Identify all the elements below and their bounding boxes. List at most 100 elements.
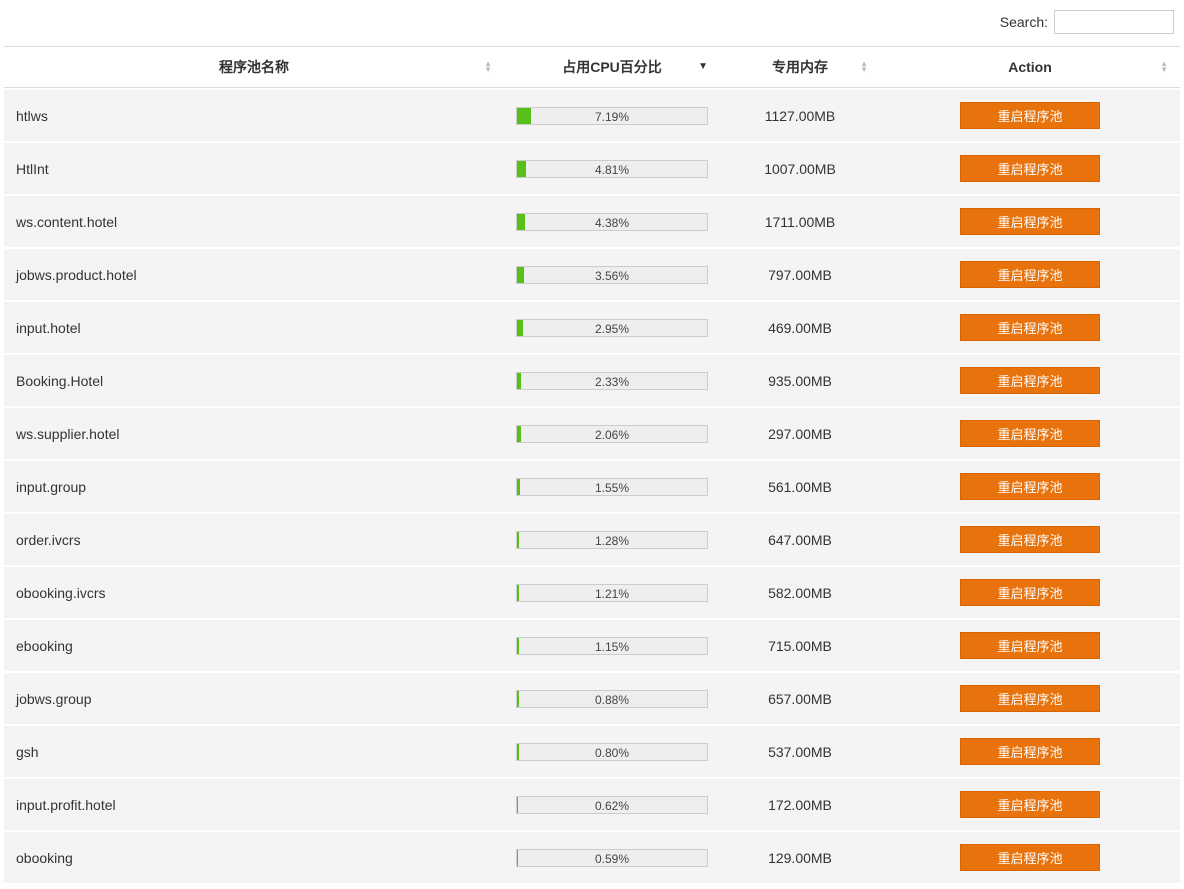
cpu-progress: 2.06% — [516, 425, 708, 443]
cpu-progress: 0.80% — [516, 743, 708, 761]
memory-cell: 172.00MB — [720, 779, 880, 830]
pool-name-cell: input.profit.hotel — [4, 779, 504, 830]
restart-pool-button[interactable]: 重启程序池 — [960, 102, 1099, 129]
action-cell: 重启程序池 — [880, 779, 1180, 830]
restart-pool-button[interactable]: 重启程序池 — [960, 314, 1099, 341]
restart-pool-button[interactable]: 重启程序池 — [960, 473, 1099, 500]
cpu-progress: 0.62% — [516, 796, 708, 814]
memory-cell: 1127.00MB — [720, 90, 880, 141]
cpu-progress-text: 4.38% — [517, 214, 707, 230]
memory-cell: 935.00MB — [720, 355, 880, 406]
memory-cell: 647.00MB — [720, 514, 880, 565]
cpu-cell: 7.19% — [504, 90, 720, 141]
pool-name-cell: obooking — [4, 832, 504, 883]
cpu-cell: 1.21% — [504, 567, 720, 618]
pool-name-cell: input.hotel — [4, 302, 504, 353]
memory-cell: 537.00MB — [720, 726, 880, 777]
table-header-row: 程序池名称 ▲▼ 占用CPU百分比 ▼ 专用内存 ▲▼ — [4, 46, 1180, 88]
cpu-cell: 3.56% — [504, 249, 720, 300]
pool-name-cell: ws.supplier.hotel — [4, 408, 504, 459]
pool-name-cell: Booking.Hotel — [4, 355, 504, 406]
cpu-progress-text: 4.81% — [517, 161, 707, 177]
search-label: Search: — [1000, 14, 1048, 30]
memory-cell: 582.00MB — [720, 567, 880, 618]
cpu-progress-text: 2.95% — [517, 320, 707, 336]
cpu-progress-text: 1.21% — [517, 585, 707, 601]
pool-name-cell: jobws.group — [4, 673, 504, 724]
cpu-progress: 1.55% — [516, 478, 708, 496]
cpu-progress: 7.19% — [516, 107, 708, 125]
table-row: obooking0.59%129.00MB重启程序池 — [4, 832, 1180, 883]
memory-cell: 715.00MB — [720, 620, 880, 671]
memory-cell: 657.00MB — [720, 673, 880, 724]
col-header-action[interactable]: Action ▲▼ — [880, 46, 1180, 88]
action-cell: 重启程序池 — [880, 196, 1180, 247]
cpu-progress-text: 1.15% — [517, 638, 707, 654]
cpu-cell: 2.33% — [504, 355, 720, 406]
table-row: ws.supplier.hotel2.06%297.00MB重启程序池 — [4, 408, 1180, 459]
memory-cell: 129.00MB — [720, 832, 880, 883]
table-row: HtlInt 4.81% 1007.00MB 重启程序池 — [4, 143, 1180, 194]
cpu-progress: 2.33% — [516, 372, 708, 390]
restart-pool-button[interactable]: 重启程序池 — [960, 367, 1099, 394]
table-row: ws.content.hotel4.38%1711.00MB重启程序池 — [4, 196, 1180, 247]
restart-pool-button[interactable]: 重启程序池 — [960, 155, 1099, 182]
restart-pool-button[interactable]: 重启程序池 — [960, 632, 1099, 659]
restart-pool-button[interactable]: 重启程序池 — [960, 738, 1099, 765]
cpu-cell: 4.81% — [504, 143, 720, 194]
restart-pool-button[interactable]: 重启程序池 — [960, 420, 1099, 447]
restart-pool-button[interactable]: 重启程序池 — [960, 844, 1099, 871]
pool-name-cell: input.group — [4, 461, 504, 512]
action-cell: 重启程序池 — [880, 726, 1180, 777]
action-cell: 重启程序池 — [880, 567, 1180, 618]
pool-name-cell: HtlInt — [4, 143, 504, 194]
col-header-cpu[interactable]: 占用CPU百分比 ▼ — [504, 46, 720, 88]
cpu-cell: 1.15% — [504, 620, 720, 671]
table-row: input.hotel2.95%469.00MB重启程序池 — [4, 302, 1180, 353]
action-cell: 重启程序池 — [880, 302, 1180, 353]
cpu-cell: 1.55% — [504, 461, 720, 512]
col-header-name[interactable]: 程序池名称 ▲▼ — [4, 46, 504, 88]
sort-indicator-icon: ▲▼ — [860, 61, 868, 73]
memory-cell: 1007.00MB — [720, 143, 880, 194]
pool-name-cell: htlws — [4, 90, 504, 141]
table-row: obooking.ivcrs1.21%582.00MB重启程序池 — [4, 567, 1180, 618]
cpu-progress: 1.15% — [516, 637, 708, 655]
cpu-cell: 0.62% — [504, 779, 720, 830]
table-row: Booking.Hotel 2.33% 935.00MB 重启程序池 — [4, 355, 1180, 406]
action-cell: 重启程序池 — [880, 673, 1180, 724]
table-row: ebooking 1.15% 715.00MB 重启程序池 — [4, 620, 1180, 671]
restart-pool-button[interactable]: 重启程序池 — [960, 261, 1099, 288]
pool-name-cell: ebooking — [4, 620, 504, 671]
col-header-cpu-label: 占用CPU百分比 — [562, 59, 662, 75]
restart-pool-button[interactable]: 重启程序池 — [960, 791, 1099, 818]
cpu-progress-text: 0.80% — [517, 744, 707, 760]
col-header-memory[interactable]: 专用内存 ▲▼ — [720, 46, 880, 88]
table-row: order.ivcrs1.28%647.00MB重启程序池 — [4, 514, 1180, 565]
restart-pool-button[interactable]: 重启程序池 — [960, 685, 1099, 712]
action-cell: 重启程序池 — [880, 90, 1180, 141]
table-row: gsh0.80%537.00MB重启程序池 — [4, 726, 1180, 777]
action-cell: 重启程序池 — [880, 355, 1180, 406]
cpu-progress: 2.95% — [516, 319, 708, 337]
table-row: input.group1.55%561.00MB重启程序池 — [4, 461, 1180, 512]
restart-pool-button[interactable]: 重启程序池 — [960, 579, 1099, 606]
table-row: htlws 7.19% 1127.00MB 重启程序池 — [4, 90, 1180, 141]
app-pool-table: 程序池名称 ▲▼ 占用CPU百分比 ▼ 专用内存 ▲▼ — [4, 44, 1180, 885]
action-cell: 重启程序池 — [880, 408, 1180, 459]
cpu-progress: 0.88% — [516, 690, 708, 708]
restart-pool-button[interactable]: 重启程序池 — [960, 526, 1099, 553]
cpu-cell: 0.88% — [504, 673, 720, 724]
cpu-cell: 2.06% — [504, 408, 720, 459]
search-input[interactable] — [1054, 10, 1174, 34]
col-header-memory-label: 专用内存 — [772, 59, 828, 75]
memory-cell: 797.00MB — [720, 249, 880, 300]
cpu-cell: 2.95% — [504, 302, 720, 353]
cpu-progress-text: 0.62% — [517, 797, 707, 813]
restart-pool-button[interactable]: 重启程序池 — [960, 208, 1099, 235]
cpu-progress-text: 3.56% — [517, 267, 707, 283]
pool-name-cell: jobws.product.hotel — [4, 249, 504, 300]
cpu-progress-text: 2.06% — [517, 426, 707, 442]
sort-indicator-icon: ▲▼ — [1160, 61, 1168, 73]
cpu-progress: 4.38% — [516, 213, 708, 231]
